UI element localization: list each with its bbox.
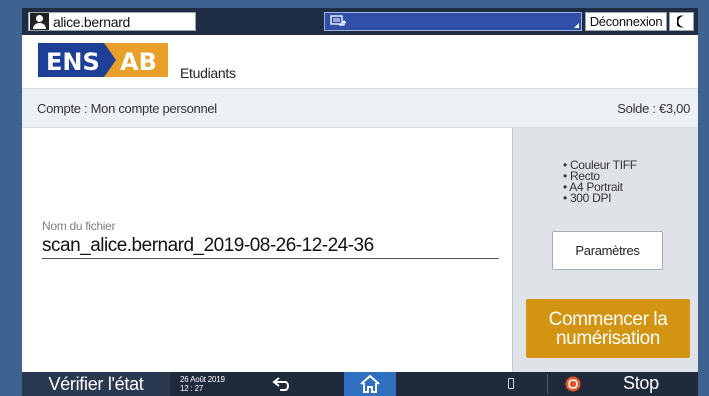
ens-ab-logo: ENS AB xyxy=(38,43,168,77)
start-scan-button[interactable]: Commencer la numérisation xyxy=(526,299,690,358)
settings-summary: Couleur TIFF Recto A4 Portrait 300 DPI xyxy=(563,159,637,204)
start-scan-label-line1: Commencer la xyxy=(548,308,668,330)
account-label: Compte : Mon compte personnel xyxy=(37,101,217,116)
balance-label: Solde : €3,00 xyxy=(617,101,690,116)
device-status-icon xyxy=(330,15,346,26)
bottom-bar: Vérifier l'état 26 Août 2019 12 : 27 Sto… xyxy=(22,372,698,396)
parameters-button[interactable]: Paramètres xyxy=(552,231,663,270)
date-time: 26 Août 2019 12 : 27 xyxy=(180,375,225,393)
main-panel: Nom du fichier scan_alice.bernard_2019-0… xyxy=(22,128,512,372)
user-name: alice.bernard xyxy=(53,13,131,30)
divider xyxy=(547,374,548,394)
scan-settings-panel: Couleur TIFF Recto A4 Portrait 300 DPI P… xyxy=(512,128,698,372)
back-button[interactable] xyxy=(258,372,308,396)
account-bar: Compte : Mon compte personnel Solde : €3… xyxy=(22,88,698,128)
moon-icon xyxy=(676,15,684,28)
energy-saver-button[interactable] xyxy=(669,12,694,31)
scanner-screen: alice.bernard Déconnexion ENS AB Etudian… xyxy=(22,8,698,396)
file-name-input[interactable]: scan_alice.bernard_2019-08-26-12-24-36 xyxy=(42,235,374,257)
logout-button[interactable]: Déconnexion xyxy=(585,12,667,31)
svg-text:ENS: ENS xyxy=(46,48,100,76)
file-name-underline xyxy=(42,258,499,259)
time-label: 12 : 27 xyxy=(180,384,204,393)
start-scan-label-line2: numérisation xyxy=(556,327,660,349)
back-arrow-icon xyxy=(272,377,289,391)
stop-button[interactable]: Stop xyxy=(623,373,659,394)
user-icon xyxy=(30,13,49,30)
home-icon xyxy=(360,375,380,393)
user-badge[interactable]: alice.bernard xyxy=(28,12,196,31)
check-status-button[interactable]: Vérifier l'état xyxy=(22,372,170,396)
department-label: Etudiants xyxy=(180,65,236,81)
device-status-bar[interactable] xyxy=(324,12,582,31)
expand-corner-icon xyxy=(574,23,579,28)
date-label: 26 Août 2019 xyxy=(180,375,225,384)
setting-resolution: 300 DPI xyxy=(563,192,637,204)
top-bar: alice.bernard Déconnexion xyxy=(22,8,698,35)
stop-icon[interactable] xyxy=(565,376,581,392)
file-name-label: Nom du fichier xyxy=(42,219,116,233)
home-button[interactable] xyxy=(344,372,396,396)
memory-icon xyxy=(508,378,514,389)
header: ENS AB Etudiants xyxy=(22,35,698,88)
svg-text:AB: AB xyxy=(120,48,157,76)
